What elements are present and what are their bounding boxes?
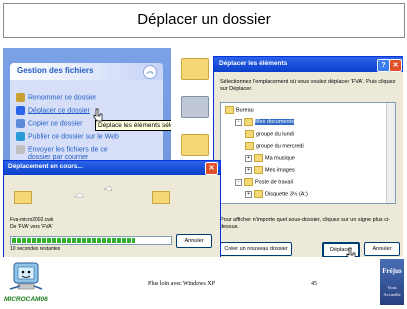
progress-dialog-title: Déplacement en cours...	[8, 163, 83, 170]
move-instruction: Sélectionnez l'emplacement où vous voule…	[220, 79, 396, 92]
tree-scrollbar[interactable]	[386, 103, 395, 203]
folder-icon	[225, 106, 234, 114]
tree-node[interactable]: + Disquette 3½ (A:)	[245, 190, 308, 198]
slide-title: Déplacer un dossier	[137, 11, 271, 28]
logo-left-label: MICROCAM06	[4, 296, 48, 303]
tree-node-label: Mes images	[265, 167, 295, 174]
panel-heading: Gestion des fichiers	[17, 66, 94, 75]
folder-icon	[245, 142, 254, 150]
tree-node[interactable]: groupe du mercredi	[245, 142, 304, 150]
rename-icon	[16, 93, 25, 102]
folder-icon[interactable]	[181, 134, 209, 156]
close-icon[interactable]: ✕	[205, 162, 218, 175]
folder-icon[interactable]	[181, 96, 209, 118]
flying-paper-icon	[73, 185, 113, 198]
cancel-button[interactable]: Annuler	[364, 242, 400, 256]
folder-icon[interactable]	[181, 58, 209, 80]
move-dialog: Déplacer les éléments ? ✕ Sélectionnez l…	[213, 56, 403, 257]
hand-cursor-icon	[346, 247, 356, 257]
new-folder-button[interactable]: Créer un nouveau dossier	[220, 242, 292, 256]
folder-icon	[254, 166, 263, 174]
move-icon	[16, 106, 25, 115]
task-item[interactable]: Copier ce dossier	[16, 119, 82, 131]
logo-right-bottom2: Accueille	[383, 292, 401, 297]
progress-remaining: 10 secondes restantes	[10, 246, 61, 252]
close-icon[interactable]: ✕	[389, 59, 402, 72]
folder-icon	[244, 178, 253, 186]
move-dialog-title: Déplacer les éléments	[219, 60, 288, 67]
tree-node[interactable]: + Ma musique	[245, 154, 295, 162]
tree-node[interactable]: - Poste de travail	[235, 178, 293, 186]
logo-right-top: Fréjus	[382, 267, 402, 275]
copy-icon	[16, 119, 25, 128]
task-item[interactable]: Déplacer ce dossier	[16, 106, 90, 118]
source-folder-icon	[14, 191, 32, 204]
destination-folder-icon	[152, 191, 170, 204]
progress-bar-fill	[12, 238, 136, 243]
tree-node-label: Poste de travail	[255, 179, 293, 186]
task-item[interactable]: Renommer ce dossier	[16, 93, 96, 105]
screenshot-stage: Gestion des fichiers ︽ Renommer ce dossi…	[3, 48, 403, 257]
tree-node-label: Disquette 3½ (A:)	[265, 191, 308, 198]
tree-node-label: groupe du lundi	[256, 131, 294, 138]
collapse-icon[interactable]: ︽	[143, 65, 157, 79]
frejus-logo: Fréjus Vous Accueille	[380, 259, 404, 305]
tree-node[interactable]: Bureau	[225, 106, 254, 114]
folder-tree[interactable]: Bureau - Mes documents groupe du lundi group…	[220, 102, 396, 204]
progress-from-to: De 'FVA' vers 'FVA'	[10, 224, 53, 230]
panel-header[interactable]: Gestion des fichiers ︽	[10, 63, 163, 80]
folder-icon	[245, 130, 254, 138]
folder-icon	[244, 118, 253, 126]
progress-dialog: Déplacement en cours... ✕ Fva-micro2002.…	[3, 160, 221, 257]
email-icon	[16, 145, 25, 154]
progress-bar	[10, 236, 172, 245]
logo-right-bottom1: Vous	[387, 285, 397, 290]
tree-node[interactable]: + Mes images	[245, 166, 295, 174]
tree-node[interactable]: groupe du lundi	[245, 130, 294, 138]
publish-icon	[16, 132, 25, 141]
expand-icon[interactable]: +	[245, 154, 252, 162]
task-item-label: Déplacer ce dossier	[28, 107, 90, 115]
task-item-label: Publier ce dossier sur le Web	[28, 133, 119, 141]
slide-title-box: Déplacer un dossier	[3, 3, 405, 38]
task-item-label: Envoyer les fichiers de ce	[28, 146, 108, 154]
tree-node-label: Bureau	[236, 107, 254, 114]
progress-dialog-titlebar: Déplacement en cours... ✕	[4, 161, 220, 175]
hand-cursor-icon	[93, 108, 103, 122]
task-item-label: Copier ce dossier	[28, 120, 83, 128]
task-item[interactable]: Publier ce dossier sur le Web	[16, 132, 119, 144]
folder-icon	[254, 154, 263, 162]
tree-node-label: Ma musique	[265, 155, 295, 162]
page-number: 45	[311, 281, 317, 287]
tree-node[interactable]: - Mes documents	[235, 118, 294, 126]
computer-mascot-icon	[9, 262, 43, 290]
footer-title: Plus loin avec Windows XP	[148, 281, 215, 287]
move-hint: Pour afficher n'importe quel sous-dossie…	[220, 217, 391, 230]
move-dialog-titlebar: Déplacer les éléments ? ✕	[214, 57, 403, 72]
tree-node-label: Mes documents	[255, 119, 294, 126]
expand-icon[interactable]: +	[245, 166, 252, 174]
folder-icon	[254, 190, 263, 198]
expand-icon[interactable]: +	[245, 190, 252, 198]
progress-filename: Fva-micro2002.cwk	[10, 217, 54, 223]
slide: Déplacer un dossier Gestion des fichiers…	[0, 0, 407, 309]
collapse-icon[interactable]: -	[235, 178, 242, 186]
collapse-icon[interactable]: -	[235, 118, 242, 126]
progress-cancel-button[interactable]: Annuler	[176, 234, 212, 248]
tree-node-label: groupe du mercredi	[256, 143, 304, 150]
task-item-label: Renommer ce dossier	[28, 94, 97, 102]
